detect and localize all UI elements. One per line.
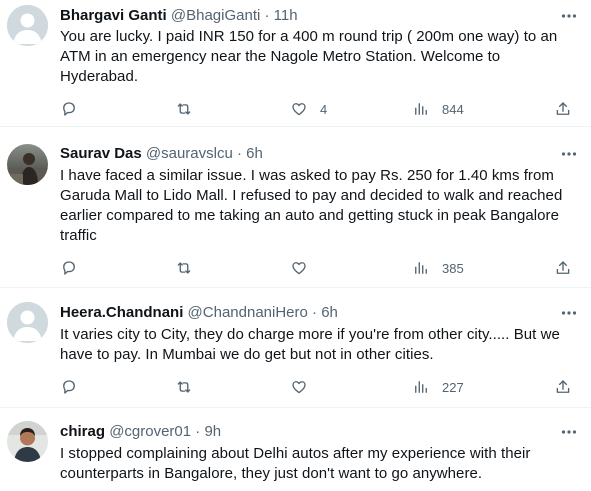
more-icon[interactable]: [557, 303, 581, 323]
retweet-icon: [177, 262, 191, 274]
share-icon: [556, 261, 570, 274]
tweet-text: You are lucky. I paid INR 150 for a 400 …: [60, 28, 558, 85]
timestamp[interactable]: · 11h: [265, 7, 298, 24]
tweet[interactable]: Saurav Das @sauravslcu · 6h I have faced…: [0, 128, 591, 288]
author-name[interactable]: Saurav Das: [60, 145, 142, 162]
author-name[interactable]: Bhargavi Ganti: [60, 7, 167, 24]
more-icon[interactable]: [557, 422, 581, 442]
views-button[interactable]: 844: [412, 99, 464, 119]
tweet-text: It varies city to City, they do charge m…: [60, 326, 560, 363]
like-icon: [292, 103, 306, 116]
reply-icon: [63, 380, 75, 394]
author-handle[interactable]: @ChandnaniHero: [188, 304, 308, 321]
tweet[interactable]: chirag @cgrover01 · 9h I stopped complai…: [0, 409, 591, 491]
like-button[interactable]: [290, 258, 320, 278]
retweet-icon: [177, 381, 191, 393]
retweet-icon: [177, 103, 191, 115]
share-button[interactable]: [554, 99, 572, 119]
share-button[interactable]: [554, 377, 572, 397]
views-count: 227: [442, 379, 464, 395]
tweet-header: Heera.Chandnani @ChandnaniHero · 6h: [60, 303, 338, 323]
timestamp[interactable]: · 6h: [312, 304, 338, 321]
author-name[interactable]: Heera.Chandnani: [60, 304, 183, 321]
views-button[interactable]: 385: [412, 258, 464, 278]
tweet-header: Bhargavi Ganti @BhagiGanti · 11h: [60, 6, 298, 26]
timestamp[interactable]: · 9h: [195, 423, 221, 440]
views-icon: [415, 103, 427, 115]
share-button[interactable]: [554, 258, 572, 278]
views-count: 385: [442, 260, 464, 276]
like-icon: [292, 262, 306, 275]
views-button[interactable]: 227: [412, 377, 464, 397]
like-count: 4: [320, 101, 328, 117]
tweet-header: chirag @cgrover01 · 9h: [60, 422, 221, 442]
author-handle[interactable]: @BhagiGanti: [171, 7, 260, 24]
retweet-button[interactable]: [175, 99, 193, 119]
views-icon: [415, 262, 427, 274]
more-icon[interactable]: [557, 6, 581, 26]
timestamp[interactable]: · 6h: [237, 145, 263, 162]
retweet-button[interactable]: [175, 377, 193, 397]
avatar[interactable]: [7, 302, 48, 343]
author-handle[interactable]: @sauravslcu: [146, 145, 233, 162]
tweet-text: I have faced a similar issue. I was aske…: [60, 167, 563, 244]
tweet[interactable]: Heera.Chandnani @ChandnaniHero · 6h It v…: [0, 289, 591, 408]
action-bar: 385: [60, 258, 578, 278]
like-button[interactable]: 4: [290, 99, 327, 119]
reply-icon: [63, 102, 75, 116]
views-icon: [415, 381, 427, 393]
reply-button[interactable]: [60, 99, 78, 119]
action-bar: 227: [60, 377, 578, 397]
like-button[interactable]: [290, 377, 320, 397]
action-bar: 4 844: [60, 99, 578, 119]
author-name[interactable]: chirag: [60, 423, 105, 440]
tweet-text: I stopped complaining about Delhi autos …: [60, 445, 531, 482]
reply-button[interactable]: [60, 258, 78, 278]
reply-icon: [63, 261, 75, 275]
views-count: 844: [442, 101, 464, 117]
share-icon: [556, 102, 570, 115]
author-handle[interactable]: @cgrover01: [109, 423, 191, 440]
share-icon: [556, 380, 570, 393]
retweet-button[interactable]: [175, 258, 193, 278]
more-icon[interactable]: [557, 144, 581, 164]
reply-button[interactable]: [60, 377, 78, 397]
avatar[interactable]: [7, 5, 48, 46]
like-icon: [292, 381, 306, 394]
tweet[interactable]: Bhargavi Ganti @BhagiGanti · 11h You are…: [0, 0, 591, 127]
tweet-header: Saurav Das @sauravslcu · 6h: [60, 144, 263, 164]
avatar[interactable]: [7, 421, 48, 462]
avatar[interactable]: [7, 144, 48, 185]
